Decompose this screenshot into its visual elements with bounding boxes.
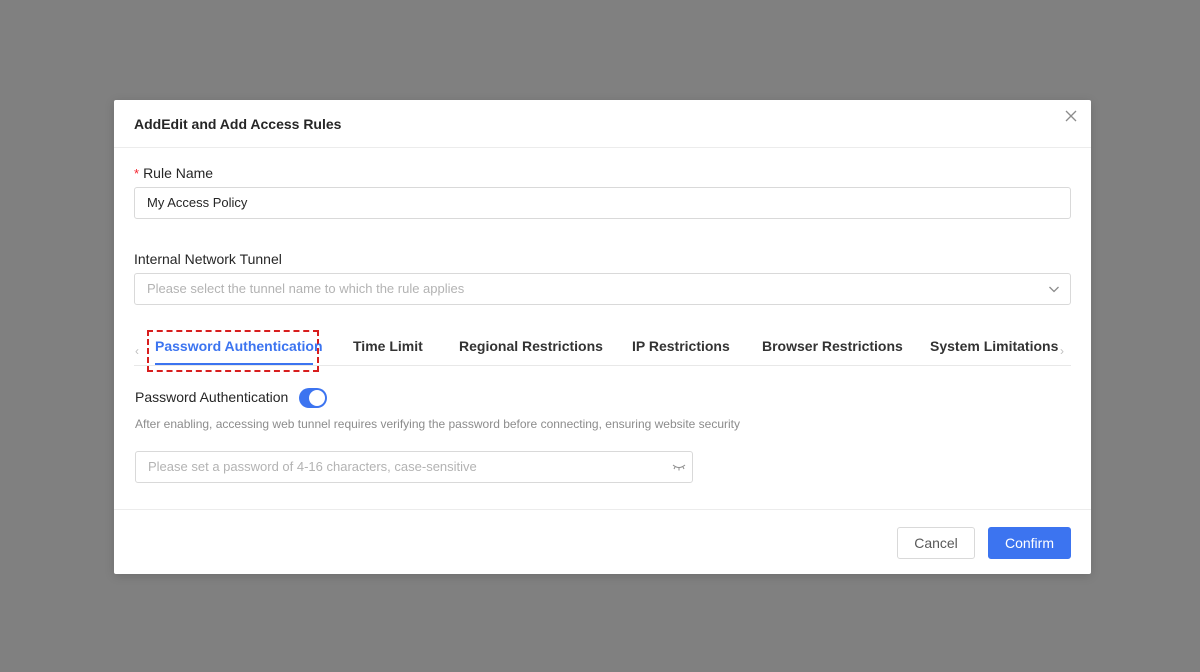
tabs-scroll-left-icon[interactable]: ‹: [135, 344, 139, 358]
dialog-footer-divider: [114, 509, 1091, 510]
eye-hidden-icon[interactable]: [672, 462, 686, 472]
toggle-knob: [309, 390, 325, 406]
tab-time-limit[interactable]: Time Limit: [353, 338, 423, 354]
tunnel-placeholder: Please select the tunnel name to which t…: [147, 281, 465, 296]
restriction-tabs: ‹ Password Authentication Time Limit Reg…: [134, 330, 1071, 372]
tabs-scroll-right-icon[interactable]: ›: [1060, 344, 1064, 358]
active-tab-underline: [155, 363, 313, 365]
tunnel-select[interactable]: Please select the tunnel name to which t…: [134, 273, 1071, 305]
dialog-title: AddEdit and Add Access Rules: [134, 116, 342, 132]
rule-name-label: * Rule Name: [134, 165, 213, 181]
dialog-header: AddEdit and Add Access Rules: [114, 100, 1091, 148]
tab-ip-restrictions[interactable]: IP Restrictions: [632, 338, 730, 354]
tab-browser-restrictions[interactable]: Browser Restrictions: [762, 338, 903, 354]
rule-name-input[interactable]: My Access Policy: [134, 187, 1071, 219]
tunnel-label: Internal Network Tunnel: [134, 251, 282, 267]
password-auth-helper: After enabling, accessing web tunnel req…: [135, 417, 741, 431]
rule-name-value: My Access Policy: [147, 195, 248, 210]
access-rule-dialog: AddEdit and Add Access Rules * Rule Name …: [114, 100, 1091, 574]
tab-regional-restrictions[interactable]: Regional Restrictions: [459, 338, 603, 354]
tab-password-authentication[interactable]: Password Authentication: [155, 338, 323, 354]
cancel-button[interactable]: Cancel: [897, 527, 975, 559]
required-mark: *: [134, 166, 140, 181]
password-input[interactable]: Please set a password of 4-16 characters…: [135, 451, 693, 483]
close-icon[interactable]: [1061, 106, 1081, 126]
password-placeholder: Please set a password of 4-16 characters…: [148, 459, 477, 474]
confirm-button[interactable]: Confirm: [988, 527, 1071, 559]
chevron-down-icon: [1049, 286, 1059, 293]
rule-name-label-text: Rule Name: [143, 165, 214, 181]
password-auth-label: Password Authentication: [135, 389, 289, 405]
password-auth-toggle[interactable]: [299, 388, 327, 408]
tab-system-limitations[interactable]: System Limitations: [930, 338, 1058, 354]
